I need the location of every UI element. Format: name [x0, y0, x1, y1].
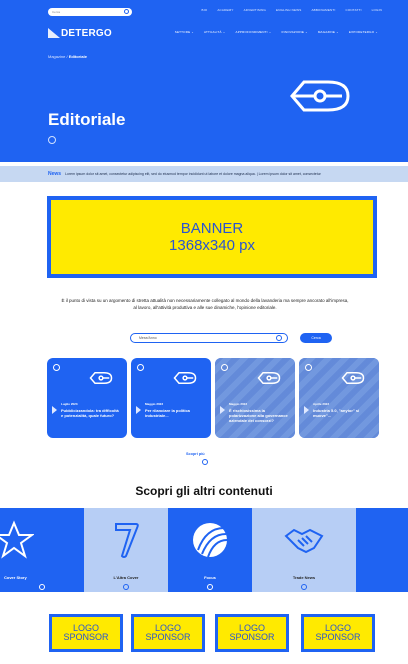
- card-title[interactable]: Per rilanciare la politica industriale..…: [145, 408, 205, 418]
- tile-label: L'Altra Cover: [113, 575, 139, 580]
- nav-item-innovazione[interactable]: INNOVAZIONE: [281, 30, 307, 34]
- tile-label: Cover Story: [4, 575, 27, 580]
- section-heading: Scopri gli altri contenuti: [135, 484, 273, 498]
- tile-trade-news[interactable]: Trade News: [252, 508, 356, 592]
- card-date: Maggio 2023: [229, 402, 248, 406]
- breadcrumb-current: Editoriale: [68, 54, 87, 59]
- logo-mark-icon: [48, 28, 60, 38]
- card-arrow-icon[interactable]: [137, 364, 144, 371]
- banner-line2: 1368x340 px: [169, 237, 255, 254]
- top-link-contatti[interactable]: CONTATTI: [346, 8, 362, 12]
- sponsor-logo[interactable]: LOGO SPONSOR: [49, 614, 123, 652]
- tile-arrow-icon[interactable]: [39, 584, 45, 590]
- tile-next[interactable]: [356, 508, 408, 592]
- hero-section: Magazine / Editoriale Editoriale: [0, 40, 408, 162]
- tile-focus[interactable]: Focus: [168, 508, 252, 592]
- top-link-advertising[interactable]: ADVERTISING: [244, 8, 266, 12]
- archive-search-button[interactable]: Cerca: [300, 333, 332, 343]
- sponsor-line2: SPONSOR: [63, 632, 109, 642]
- nav-item-settore[interactable]: SETTORE: [175, 30, 194, 34]
- discover-more-link[interactable]: Scopri più: [186, 452, 205, 456]
- sponsor-line2: SPONSOR: [145, 632, 191, 642]
- pen-nib-icon: [290, 80, 350, 112]
- nav-item-expodetergo[interactable]: EXPODETERGO: [349, 30, 378, 34]
- card-arrow-icon[interactable]: [305, 364, 312, 371]
- tile-arrow-icon[interactable]: [207, 584, 213, 590]
- card-photo: [215, 358, 295, 438]
- page: Cerca BIO ACADEMY ADVERTISING ENGLISH NE…: [0, 0, 408, 664]
- site-logo[interactable]: DETERGO: [48, 26, 112, 40]
- card-title[interactable]: È rischiosissima la polarizzazione alla …: [229, 408, 289, 423]
- sponsor-logo[interactable]: LOGO SPONSOR: [215, 614, 289, 652]
- tile-arrow-icon[interactable]: [123, 584, 129, 590]
- ad-banner[interactable]: BANNER 1368x340 px: [47, 196, 377, 278]
- archive-search-placeholder: Mese/Anno: [139, 336, 157, 340]
- handshake-icon: [284, 528, 324, 554]
- brand-name: DETERGO: [61, 27, 112, 39]
- tile-cover-story[interactable]: Cover Story: [0, 508, 84, 592]
- intro-text: È il punto di vista su un argomento di s…: [61, 298, 349, 310]
- card-arrow-icon[interactable]: [221, 364, 228, 371]
- article-card[interactable]: Maggio 2023 È rischiosissima la polarizz…: [215, 358, 295, 438]
- nav-item-approfondimenti[interactable]: APPROFONDIMENTI: [236, 30, 272, 34]
- tile-arrow-icon[interactable]: [301, 584, 307, 590]
- top-link-english-news[interactable]: ENGLISH NEWS: [276, 8, 301, 12]
- lens-icon: [193, 523, 228, 558]
- main-nav: SETTORE ATTUALITÀ APPROFONDIMENTI INNOVA…: [175, 30, 378, 34]
- card-title[interactable]: Industria 5.0, "anytor" si muove"...: [313, 408, 373, 418]
- card-date: Maggio 2023: [145, 402, 164, 406]
- breadcrumb: Magazine / Editoriale: [48, 54, 87, 59]
- article-card[interactable]: Aprile 2023 Industria 5.0, "anytor" si m…: [299, 358, 379, 438]
- sponsor-line2: SPONSOR: [315, 632, 361, 642]
- card-date: Aprile 2023: [313, 402, 330, 406]
- breadcrumb-magazine[interactable]: Magazine: [48, 54, 65, 59]
- card-arrow-icon[interactable]: [53, 364, 60, 371]
- calendar-icon[interactable]: [276, 335, 282, 341]
- nav-item-attualita[interactable]: ATTUALITÀ: [204, 30, 226, 34]
- top-link-bio[interactable]: BIO: [202, 8, 208, 12]
- banner-line1: BANNER: [180, 220, 244, 237]
- seven-icon: [115, 523, 139, 558]
- tile-label: Focus: [204, 575, 216, 580]
- ticker-label: News: [48, 171, 62, 177]
- pen-nib-icon: [89, 372, 113, 384]
- top-link-abbonamenti[interactable]: ABBONAMENTI: [311, 8, 335, 12]
- pen-nib-icon: [173, 372, 197, 384]
- sponsor-line2: SPONSOR: [229, 632, 275, 642]
- pen-nib-icon: [341, 372, 365, 384]
- search-placeholder: Cerca: [52, 10, 61, 14]
- search-input[interactable]: Cerca: [48, 8, 132, 16]
- sponsor-logo[interactable]: LOGO SPONSOR: [301, 614, 375, 652]
- top-header: Cerca BIO ACADEMY ADVERTISING ENGLISH NE…: [0, 0, 408, 40]
- search-icon[interactable]: [124, 9, 129, 14]
- top-links: BIO ACADEMY ADVERTISING ENGLISH NEWS ABB…: [202, 8, 382, 12]
- sponsor-logo[interactable]: LOGO SPONSOR: [131, 614, 205, 652]
- card-brand-mark-icon: [52, 406, 57, 414]
- article-card[interactable]: Luglio 2023 Pubblicizzandola: tra diffic…: [47, 358, 127, 438]
- tile-altra-cover[interactable]: L'Altra Cover: [84, 508, 168, 592]
- news-ticker: News Lorem ipsum dolor sit amet, consect…: [0, 166, 408, 182]
- top-link-academy[interactable]: ACADEMY: [217, 8, 233, 12]
- card-title[interactable]: Pubblicizzandola: tra difficoltà e poten…: [61, 408, 121, 418]
- hero-plus-circle-icon[interactable]: [48, 136, 56, 144]
- archive-search-input[interactable]: Mese/Anno: [130, 333, 288, 343]
- card-photo: [299, 358, 379, 438]
- card-brand-mark-icon: [136, 406, 141, 414]
- page-title: Editoriale: [48, 110, 126, 129]
- card-date: Luglio 2023: [61, 402, 78, 406]
- pen-nib-icon: [257, 372, 281, 384]
- ticker-text[interactable]: Lorem ipsum dolor sit amet, consectetur …: [65, 172, 321, 176]
- top-link-login[interactable]: LOGIN: [372, 8, 382, 12]
- star-icon: [0, 520, 34, 559]
- article-card[interactable]: Maggio 2023 Per rilanciare la politica i…: [131, 358, 211, 438]
- tile-label: Trade News: [292, 575, 316, 580]
- nav-item-magazine[interactable]: MAGAZINE: [318, 30, 339, 34]
- discover-more-icon[interactable]: [202, 459, 208, 465]
